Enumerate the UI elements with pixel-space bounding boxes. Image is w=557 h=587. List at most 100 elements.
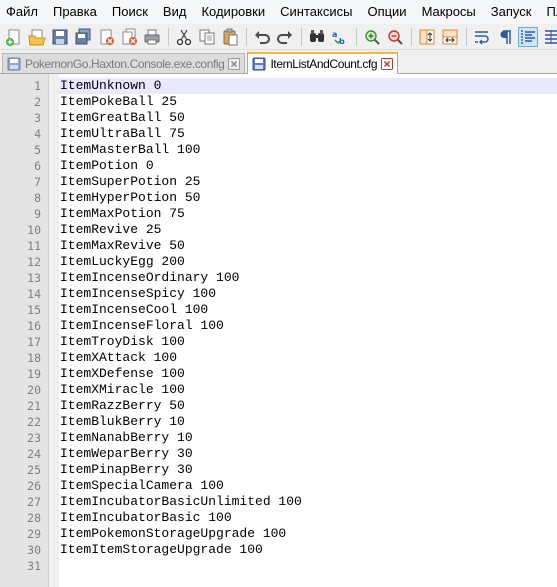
menu-item-edit[interactable]: Правка bbox=[45, 0, 104, 24]
line-number: 8 bbox=[34, 191, 41, 205]
editor-line: 21 ItemRazzBerry 50 bbox=[0, 398, 557, 414]
line-text[interactable]: ItemXMiracle 100 bbox=[59, 382, 557, 398]
find-button[interactable] bbox=[307, 27, 327, 47]
line-text[interactable]: ItemWeparBerry 30 bbox=[59, 446, 557, 462]
line-text[interactable]: ItemXAttack 100 bbox=[59, 350, 557, 366]
line-number: 5 bbox=[34, 143, 41, 157]
word-wrap-button[interactable] bbox=[472, 27, 492, 47]
new-file-button[interactable] bbox=[4, 27, 24, 47]
line-number: 24 bbox=[27, 447, 41, 461]
tab-itemlistandcount-cfg[interactable]: ItemListAndCount.cfg bbox=[247, 52, 399, 74]
cut-button[interactable] bbox=[174, 27, 194, 47]
line-text[interactable]: ItemRazzBerry 50 bbox=[59, 398, 557, 414]
line-number: 15 bbox=[27, 303, 41, 317]
line-text[interactable]: ItemIncenseCool 100 bbox=[59, 302, 557, 318]
line-text[interactable]: ItemUnknown 0 bbox=[59, 78, 557, 94]
menu-item-settings[interactable]: Опции bbox=[359, 0, 413, 24]
line-number: 18 bbox=[27, 351, 41, 365]
line-text[interactable]: ItemTroyDisk 100 bbox=[59, 334, 557, 350]
editor-line: 17 ItemTroyDisk 100 bbox=[0, 334, 557, 350]
line-text[interactable]: ItemIncubatorBasic 100 bbox=[59, 510, 557, 526]
toolbar-separator bbox=[246, 27, 247, 46]
line-text[interactable]: ItemIncenseSpicy 100 bbox=[59, 286, 557, 302]
line-text[interactable]: ItemMaxRevive 50 bbox=[59, 238, 557, 254]
zoom-out-icon bbox=[386, 28, 404, 46]
line-text[interactable]: ItemRevive 25 bbox=[59, 222, 557, 238]
editor-line: 6 ItemPotion 0 bbox=[0, 158, 557, 174]
editor-line: 7 ItemSuperPotion 25 bbox=[0, 174, 557, 190]
open-file-button[interactable] bbox=[27, 27, 47, 47]
save-button[interactable] bbox=[50, 27, 70, 47]
toolbar-separator bbox=[356, 27, 357, 46]
line-text[interactable]: ItemHyperPotion 50 bbox=[59, 190, 557, 206]
editor-line: 20 ItemXMiracle 100 bbox=[0, 382, 557, 398]
sync-horizontal-button[interactable] bbox=[440, 27, 460, 47]
editor[interactable]: 1 ItemUnknown 0 2 ItemPokeBall 25 3 ItemGreat… bbox=[0, 74, 557, 587]
line-text[interactable]: ItemGreatBall 50 bbox=[59, 110, 557, 126]
find-icon bbox=[308, 28, 326, 46]
paste-icon bbox=[221, 28, 239, 46]
menu-item-encoding[interactable]: Кодировки bbox=[193, 0, 272, 24]
file-save-state-icon bbox=[7, 57, 25, 71]
line-text[interactable]: ItemBlukBerry 10 bbox=[59, 414, 557, 430]
line-text[interactable]: ItemMasterBall 100 bbox=[59, 142, 557, 158]
line-text[interactable]: ItemSpecialCamera 100 bbox=[59, 478, 557, 494]
line-text[interactable]: ItemPinapBerry 30 bbox=[59, 462, 557, 478]
zoom-in-button[interactable] bbox=[362, 27, 382, 47]
copy-button[interactable] bbox=[197, 27, 217, 47]
line-text[interactable]: ItemMaxPotion 75 bbox=[59, 206, 557, 222]
line-text[interactable]: ItemLuckyEgg 200 bbox=[59, 254, 557, 270]
editor-line: 30 ItemItemStorageUpgrade 100 bbox=[0, 542, 557, 558]
sync-vertical-button[interactable] bbox=[417, 27, 437, 47]
menu-item-search[interactable]: Поиск bbox=[104, 0, 155, 24]
show-all-chars-button[interactable] bbox=[495, 27, 515, 47]
editor-line: 2 ItemPokeBall 25 bbox=[0, 94, 557, 110]
close-all-button[interactable] bbox=[119, 27, 139, 47]
line-text[interactable]: ItemXDefense 100 bbox=[59, 366, 557, 382]
print-button[interactable] bbox=[142, 27, 162, 47]
tab-pokemongo-haxton-console-exe-config[interactable]: PokemonGo.Haxton.Console.exe.config bbox=[2, 53, 246, 73]
menu-item-language[interactable]: Синтаксисы bbox=[272, 0, 359, 24]
undo-button[interactable] bbox=[252, 27, 272, 47]
editor-line: 16 ItemIncenseFloral 100 bbox=[0, 318, 557, 334]
menu-item-file[interactable]: Файл bbox=[0, 0, 45, 24]
redo-button[interactable] bbox=[275, 27, 295, 47]
editor-text-area[interactable]: 1 ItemUnknown 0 2 ItemPokeBall 25 3 ItemGreat… bbox=[0, 78, 557, 574]
line-text[interactable] bbox=[59, 558, 557, 574]
line-text[interactable]: ItemPokemonStorageUpgrade 100 bbox=[59, 526, 557, 542]
menu-item-view[interactable]: Вид bbox=[155, 0, 194, 24]
close-tab-icon[interactable] bbox=[228, 57, 241, 70]
line-text[interactable]: ItemItemStorageUpgrade 100 bbox=[59, 542, 557, 558]
replace-button[interactable]: ab bbox=[330, 27, 350, 47]
editor-line: 26 ItemSpecialCamera 100 bbox=[0, 478, 557, 494]
menu-bar: Файл Правка Поиск Вид Кодировки Синтаксисы Опц… bbox=[0, 0, 557, 24]
line-text[interactable]: ItemUltraBall 75 bbox=[59, 126, 557, 142]
line-text[interactable]: ItemSuperPotion 25 bbox=[59, 174, 557, 190]
column-button[interactable] bbox=[541, 27, 557, 47]
indent-guide-icon bbox=[519, 28, 537, 46]
replace-icon: ab bbox=[331, 28, 349, 46]
line-text[interactable]: ItemNanabBerry 10 bbox=[59, 430, 557, 446]
line-number: 9 bbox=[34, 207, 41, 221]
menu-item-macro[interactable]: Макросы bbox=[414, 0, 483, 24]
line-text[interactable]: ItemPokeBall 25 bbox=[59, 94, 557, 110]
line-text[interactable]: ItemIncenseFloral 100 bbox=[59, 318, 557, 334]
line-number: 7 bbox=[34, 175, 41, 189]
close-tab-icon[interactable] bbox=[381, 58, 394, 70]
sync-horizontal-icon bbox=[441, 28, 459, 46]
close-button[interactable] bbox=[96, 27, 116, 47]
menu-item-run[interactable]: Запуск bbox=[483, 0, 539, 24]
word-wrap-icon bbox=[473, 28, 491, 46]
save-all-button[interactable] bbox=[73, 27, 93, 47]
paste-button[interactable] bbox=[220, 27, 240, 47]
zoom-out-button[interactable] bbox=[385, 27, 405, 47]
indent-guide-button[interactable] bbox=[518, 26, 538, 47]
line-text[interactable]: ItemPotion 0 bbox=[59, 158, 557, 174]
line-text[interactable]: ItemIncubatorBasicUnlimited 100 bbox=[59, 494, 557, 510]
line-number: 22 bbox=[27, 415, 41, 429]
toolbar-separator bbox=[301, 27, 302, 46]
line-number: 29 bbox=[27, 527, 41, 541]
line-text[interactable]: ItemIncenseOrdinary 100 bbox=[59, 270, 557, 286]
menu-item-plugins[interactable]: Плагин bbox=[538, 0, 557, 24]
sync-vertical-icon bbox=[418, 28, 436, 46]
